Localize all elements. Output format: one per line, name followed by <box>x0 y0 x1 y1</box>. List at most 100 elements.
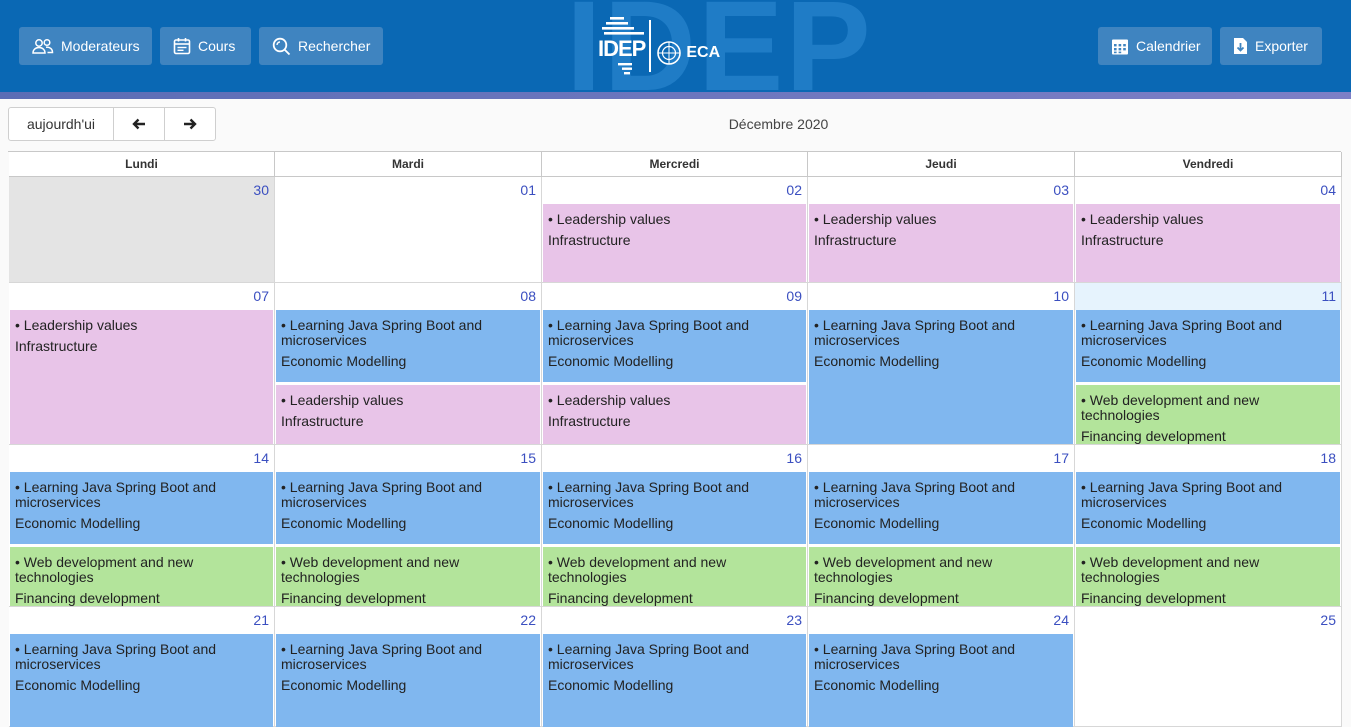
event-title: • Leadership values <box>548 392 671 408</box>
event-block[interactable]: • Learning Java Spring Boot and microser… <box>543 634 806 727</box>
users-icon <box>32 38 54 54</box>
event-block[interactable]: • Web development and new technologies Fi… <box>10 547 273 606</box>
event-title: • Learning Java Spring Boot and microser… <box>548 317 750 348</box>
event-title: • Learning Java Spring Boot and microser… <box>1081 479 1283 510</box>
day-cell[interactable]: 16 • Learning Java Spring Boot and micros… <box>542 445 808 607</box>
event-block[interactable]: • Learning Java Spring Boot and microser… <box>543 472 806 544</box>
day-number[interactable]: 16 <box>786 450 802 466</box>
day-cell[interactable]: 09 • Learning Java Spring Boot and micros… <box>542 283 808 445</box>
event-title: • Leadership values <box>814 211 937 227</box>
event-block[interactable]: • Learning Java Spring Boot and microser… <box>10 634 273 727</box>
day-number[interactable]: 08 <box>520 288 536 304</box>
day-cell[interactable]: 22 • Learning Java Spring Boot and micros… <box>275 607 542 727</box>
event-subtitle: Infrastructure <box>1081 232 1164 248</box>
event-block[interactable]: • Learning Java Spring Boot and microser… <box>809 310 1073 444</box>
exporter-label: Exporter <box>1255 38 1308 54</box>
event-subtitle: Infrastructure <box>548 232 631 248</box>
day-number[interactable]: 24 <box>1053 612 1069 628</box>
day-cell[interactable]: 07 • Leadership values Infrastructure <box>9 283 275 445</box>
idep-stripes-icon <box>601 17 644 35</box>
event-block[interactable]: • Leadership values Infrastructure <box>10 310 273 444</box>
rechercher-button[interactable]: Rechercher <box>259 27 383 65</box>
event-block[interactable]: • Learning Java Spring Boot and microser… <box>543 310 806 382</box>
event-subtitle: Financing development <box>281 590 426 606</box>
event-block[interactable]: • Learning Java Spring Boot and microser… <box>10 472 273 544</box>
day-number[interactable]: 03 <box>1053 182 1069 198</box>
day-number[interactable]: 10 <box>1053 288 1069 304</box>
event-block[interactable]: • Leadership values Infrastructure <box>809 204 1073 282</box>
day-number[interactable]: 15 <box>520 450 536 466</box>
event-block[interactable]: • Web development and new technologies Fi… <box>543 547 806 606</box>
event-block[interactable]: • Learning Java Spring Boot and microser… <box>809 634 1073 727</box>
day-cell[interactable]: 03 • Leadership values Infrastructure <box>808 177 1075 283</box>
day-number[interactable]: 11 <box>1321 288 1336 304</box>
app-header: IDEP Moderateurs Cours Rechercher IDEP E… <box>0 0 1351 92</box>
search-icon <box>272 37 291 56</box>
event-block[interactable]: • Learning Java Spring Boot and microser… <box>1076 310 1340 382</box>
day-cell[interactable]: 24 • Learning Java Spring Boot and micros… <box>808 607 1075 727</box>
logo-idep-text: IDEP <box>598 36 646 61</box>
event-title: • Learning Java Spring Boot and microser… <box>814 479 1016 510</box>
day-number[interactable]: 14 <box>253 450 269 466</box>
day-number[interactable]: 04 <box>1320 182 1336 198</box>
logo-eca-text: ECA <box>686 44 721 61</box>
moderateurs-button[interactable]: Moderateurs <box>19 27 152 65</box>
day-cell[interactable]: 21 • Learning Java Spring Boot and micros… <box>9 607 275 727</box>
event-block[interactable]: • Learning Java Spring Boot and microser… <box>276 634 540 727</box>
event-block[interactable]: • Learning Java Spring Boot and microser… <box>1076 472 1340 544</box>
event-title: • Leadership values <box>15 317 138 333</box>
event-subtitle: Economic Modelling <box>281 677 407 693</box>
event-block[interactable]: • Web development and new technologies Fi… <box>276 547 540 606</box>
day-cell[interactable]: 30 <box>9 177 275 283</box>
day-number[interactable]: 25 <box>1320 612 1336 628</box>
day-number[interactable]: 21 <box>253 612 269 628</box>
event-block[interactable]: • Leadership values Infrastructure <box>1076 204 1340 282</box>
event-block[interactable]: • Learning Java Spring Boot and microser… <box>276 472 540 544</box>
day-cell[interactable]: 23 • Learning Java Spring Boot and micros… <box>542 607 808 727</box>
event-subtitle: Financing development <box>1081 590 1226 606</box>
event-subtitle: Economic Modelling <box>281 353 407 369</box>
event-block[interactable]: • Learning Java Spring Boot and microser… <box>276 310 540 382</box>
day-cell[interactable]: 04 • Leadership values Infrastructure <box>1075 177 1342 283</box>
day-cell[interactable]: 17 • Learning Java Spring Boot and micros… <box>808 445 1075 607</box>
event-title: • Learning Java Spring Boot and microser… <box>548 479 750 510</box>
event-block[interactable]: • Web development and new technologies Fi… <box>809 547 1073 606</box>
header-accent-band <box>0 92 1351 99</box>
day-number[interactable]: 07 <box>253 288 269 304</box>
calendrier-button[interactable]: Calendrier <box>1098 27 1212 65</box>
event-block[interactable]: • Web development and new technologies Fi… <box>1076 385 1340 444</box>
day-cell[interactable]: 10 • Learning Java Spring Boot and micros… <box>808 283 1075 445</box>
day-number[interactable]: 09 <box>786 288 802 304</box>
weekday-header: Vendredi <box>1075 152 1342 177</box>
day-cell[interactable]: 15 • Learning Java Spring Boot and micros… <box>275 445 542 607</box>
event-block[interactable]: • Leadership values Infrastructure <box>543 204 806 282</box>
day-cell[interactable]: 01 <box>275 177 542 283</box>
event-block[interactable]: • Web development and new technologies Fi… <box>1076 547 1340 606</box>
day-cell[interactable]: 18 • Learning Java Spring Boot and micros… <box>1075 445 1342 607</box>
day-cell[interactable]: 11 • Learning Java Spring Boot and micros… <box>1075 283 1342 445</box>
event-block[interactable]: • Leadership values Infrastructure <box>543 385 806 444</box>
day-number[interactable]: 30 <box>253 182 269 198</box>
exporter-button[interactable]: Exporter <box>1220 27 1322 65</box>
day-cell[interactable]: 02 • Leadership values Infrastructure <box>542 177 808 283</box>
day-number[interactable]: 01 <box>520 182 536 198</box>
day-number[interactable]: 17 <box>1053 450 1069 466</box>
day-cell[interactable]: 14 • Learning Java Spring Boot and micros… <box>9 445 275 607</box>
month-title: Décembre 2020 <box>728 116 829 132</box>
event-title: • Learning Java Spring Boot and microser… <box>15 479 217 510</box>
day-cell[interactable]: 25 <box>1075 607 1342 727</box>
day-number[interactable]: 18 <box>1320 450 1336 466</box>
cours-button[interactable]: Cours <box>160 27 251 65</box>
event-subtitle: Infrastructure <box>548 413 631 429</box>
event-title: • Web development and new technologies <box>814 554 993 585</box>
event-title: • Leadership values <box>281 392 404 408</box>
weekday-header: Lundi <box>9 152 275 177</box>
event-title: • Learning Java Spring Boot and microser… <box>814 317 1016 348</box>
event-block[interactable]: • Learning Java Spring Boot and microser… <box>809 472 1073 544</box>
event-subtitle: Economic Modelling <box>814 515 940 531</box>
day-number[interactable]: 02 <box>786 182 802 198</box>
day-number[interactable]: 22 <box>520 612 536 628</box>
day-cell[interactable]: 08 • Learning Java Spring Boot and micros… <box>275 283 542 445</box>
event-block[interactable]: • Leadership values Infrastructure <box>276 385 540 444</box>
day-number[interactable]: 23 <box>786 612 802 628</box>
